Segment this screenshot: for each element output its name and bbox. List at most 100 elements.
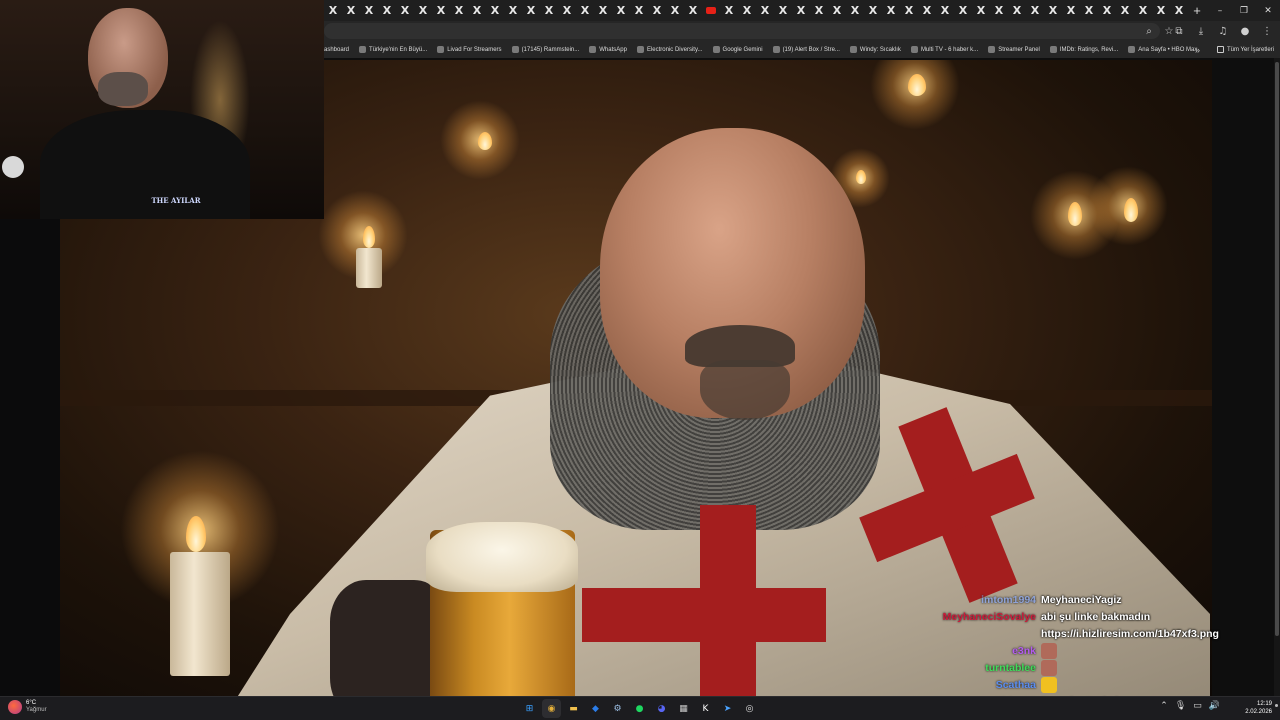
browser-tab[interactable]: X [504,0,522,21]
address-bar[interactable] [324,23,1160,39]
bookmark-item[interactable]: Streamer Panel [988,46,1040,53]
tray-overflow-icon[interactable]: ⌃ [1160,701,1168,711]
chat-username[interactable]: imtom1994 [981,594,1036,606]
browser-tab[interactable]: X [1098,0,1116,21]
minimize-button[interactable]: – [1208,0,1232,21]
browser-tab[interactable]: X [540,0,558,21]
notification-dot[interactable] [1275,704,1278,707]
browser-tab[interactable]: X [1044,0,1062,21]
download-icon[interactable]: ⤓ [1194,23,1208,39]
browser-tab[interactable]: X [1062,0,1080,21]
browser-tab[interactable]: X [684,0,702,21]
browser-tab[interactable]: X [612,0,630,21]
kick-icon[interactable]: K [696,699,715,718]
browser-tab[interactable]: X [1152,0,1170,21]
bookmark-item[interactable]: ashboard [324,47,349,53]
new-tab-button[interactable]: + [1188,0,1206,21]
bookmark-item[interactable]: Livad For Streamers [437,46,502,53]
browser-tab[interactable]: X [342,0,360,21]
chat-username[interactable]: Scathaa [996,679,1036,691]
browser-tab[interactable]: X [954,0,972,21]
browser-tab[interactable]: X [918,0,936,21]
browser-tab[interactable]: X [486,0,504,21]
browser-tab[interactable]: X [900,0,918,21]
browser-tab[interactable]: X [432,0,450,21]
browser-tab[interactable]: X [1170,0,1188,21]
browser-tab[interactable]: X [990,0,1008,21]
browser-tab[interactable]: X [792,0,810,21]
browser-tab[interactable]: X [1026,0,1044,21]
bookmark-label: Livad For Streamers [447,46,502,53]
browser-tab[interactable]: X [360,0,378,21]
browser-tab[interactable]: X [450,0,468,21]
browser-tab[interactable]: X [468,0,486,21]
bookmark-item[interactable]: Türkiye'nin En Büyü... [359,46,427,53]
spotify-icon[interactable]: ● [630,699,649,718]
scrollbar-thumb[interactable] [1275,62,1279,636]
browser-tab-youtube[interactable]: X [702,0,720,21]
steam-icon[interactable]: ⚙ [608,699,627,718]
x-favicon-icon: X [868,4,878,17]
extensions-icon[interactable]: ⧉ [1172,23,1186,39]
file-explorer-icon[interactable]: ▬ [564,699,583,718]
browser-tab[interactable]: X [630,0,648,21]
bookmark-item[interactable]: Multi TV - 6 haber k... [910,46,978,53]
bookmark-item[interactable]: (19) Alert Box / Stre... [772,46,840,53]
browser-tab[interactable]: X [972,0,990,21]
browser-tab[interactable]: X [828,0,846,21]
browser-tab[interactable]: X [756,0,774,21]
browser-tab[interactable]: X [558,0,576,21]
microphone-icon[interactable]: 🎙 [1175,701,1186,711]
browser-tab[interactable]: X [396,0,414,21]
browser-tab[interactable]: X [594,0,612,21]
bookmark-item[interactable]: (17145) Rammstein... [511,46,579,53]
browser-tab[interactable]: X [810,0,828,21]
bookmark-item[interactable]: IMDb: Ratings, Revi... [1049,46,1118,53]
bookmark-item[interactable]: Google Gemini [712,46,763,53]
zoom-icon[interactable]: ⌕ [1142,23,1156,39]
chat-username[interactable]: MeyhaneciSovalye [943,611,1036,623]
restore-button[interactable]: ❐ [1232,0,1256,21]
taskbar-clock[interactable]: 12:19 2.02.2026 [1245,700,1272,716]
all-bookmarks-button[interactable]: Tüm Yer İşaretleri [1210,41,1274,58]
bookmark-item[interactable]: Electronic Diversity... [636,46,703,53]
close-button[interactable]: ✕ [1256,0,1280,21]
chrome-icon[interactable]: ◉ [542,699,561,718]
chat-username[interactable]: e3nk [1012,645,1036,657]
chat-username[interactable]: turntablee [985,662,1036,674]
bookmark-item[interactable]: Ana Sayfa • HBO Max [1128,46,1197,53]
bookmarks-overflow-button[interactable]: » [1195,41,1200,58]
menu-icon[interactable]: ⋮ [1260,23,1274,39]
browser-tab[interactable]: X [864,0,882,21]
app-arrow-icon[interactable]: ➤ [718,699,737,718]
browser-tab[interactable]: X [720,0,738,21]
browser-tab[interactable]: X [648,0,666,21]
browser-tab[interactable]: X [846,0,864,21]
battery-icon[interactable]: ▭ [1193,701,1202,711]
media-icon[interactable]: ♫ [1216,23,1230,39]
app-blue-icon[interactable]: ◆ [586,699,605,718]
discord-icon[interactable]: ◕ [652,699,671,718]
windows-start-icon[interactable]: ⊞ [520,699,539,718]
browser-tab[interactable]: X [1080,0,1098,21]
profile-icon[interactable]: ● [1238,23,1252,39]
bookmark-item[interactable]: Windy: Sıcaklık [849,46,901,53]
browser-tab[interactable]: X [1008,0,1026,21]
calculator-icon[interactable]: ▦ [674,699,693,718]
browser-tab[interactable]: X [378,0,396,21]
browser-tab[interactable]: X [936,0,954,21]
browser-tab[interactable]: X [324,0,342,21]
browser-tab[interactable]: X [1134,0,1152,21]
weather-widget[interactable]: 6°C Yağmur [8,700,47,714]
browser-tab[interactable]: X [666,0,684,21]
browser-tab[interactable]: X [576,0,594,21]
bookmark-item[interactable]: WhatsApp [589,46,627,53]
browser-tab[interactable]: X [882,0,900,21]
browser-tab[interactable]: X [522,0,540,21]
volume-icon[interactable]: 🔊 [1209,701,1220,711]
browser-tab[interactable]: X [1116,0,1134,21]
browser-tab[interactable]: X [774,0,792,21]
obs-icon[interactable]: ◎ [740,699,759,718]
browser-tab[interactable]: X [414,0,432,21]
browser-tab[interactable]: X [738,0,756,21]
